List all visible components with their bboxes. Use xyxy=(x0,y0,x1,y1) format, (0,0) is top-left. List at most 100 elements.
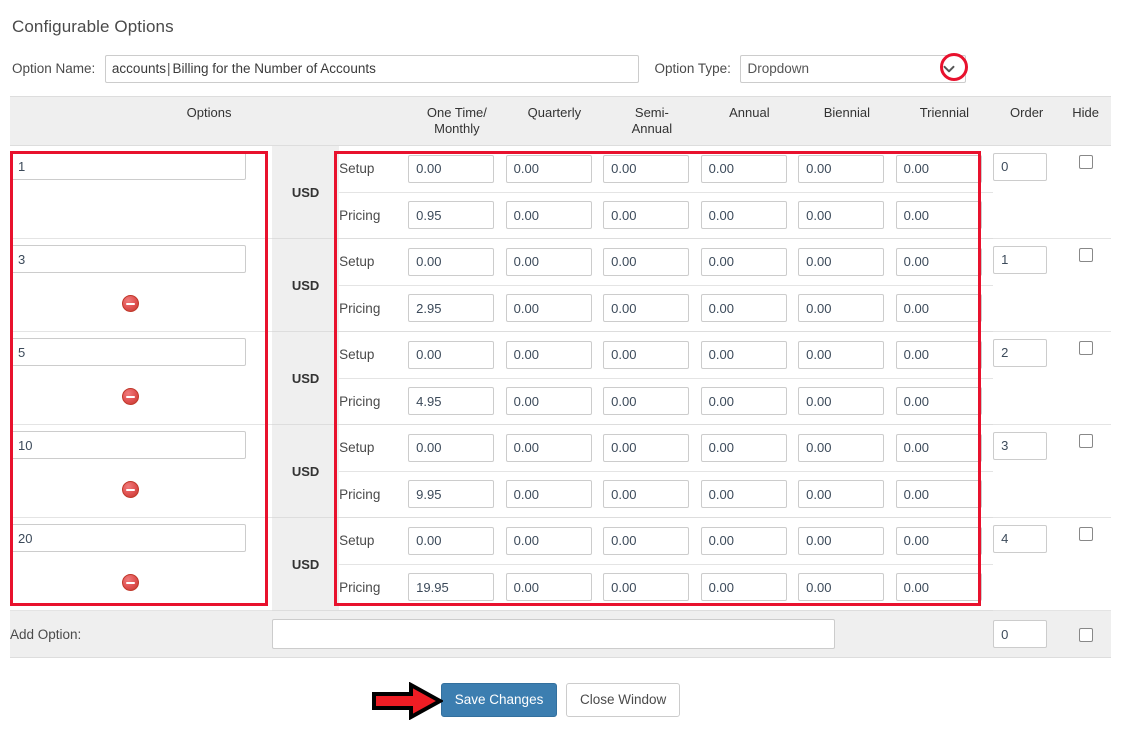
option-value-input[interactable] xyxy=(10,524,246,552)
add-option-order-input[interactable] xyxy=(993,620,1048,648)
setup-price-input[interactable] xyxy=(798,154,885,183)
setup-price-input[interactable] xyxy=(798,247,885,276)
pricing-price-input[interactable] xyxy=(895,573,982,602)
option-cell-inner xyxy=(10,518,272,610)
pricing-price-input[interactable] xyxy=(700,480,787,509)
hide-checkbox[interactable] xyxy=(1078,154,1093,169)
pricing-price-input[interactable] xyxy=(505,573,592,602)
option-value-input[interactable] xyxy=(10,338,246,366)
order-input[interactable] xyxy=(993,338,1048,367)
setup-price-input[interactable] xyxy=(895,526,982,555)
setup-price-cell xyxy=(408,331,506,379)
hide-checkbox[interactable] xyxy=(1078,247,1093,262)
setup-price-input[interactable] xyxy=(798,526,885,555)
pricing-price-input[interactable] xyxy=(505,387,592,416)
setup-price-input[interactable] xyxy=(603,247,690,276)
header-line-2: Annual xyxy=(631,121,673,136)
setup-price-input[interactable] xyxy=(408,433,495,462)
pricing-price-input[interactable] xyxy=(603,480,690,509)
pricing-price-input[interactable] xyxy=(895,294,982,323)
option-cell xyxy=(10,331,273,425)
pricing-price-input[interactable] xyxy=(700,294,787,323)
setup-price-input[interactable] xyxy=(700,247,787,276)
setup-price-input[interactable] xyxy=(700,154,787,183)
setup-price-input[interactable] xyxy=(505,247,592,276)
table-row: USDSetup xyxy=(10,145,1111,239)
save-changes-button[interactable]: Save Changes xyxy=(440,683,558,717)
setup-price-input[interactable] xyxy=(408,340,495,369)
setup-price-input[interactable] xyxy=(798,433,885,462)
add-option-hide-checkbox[interactable] xyxy=(1078,627,1093,642)
setup-price-input[interactable] xyxy=(700,526,787,555)
delete-option-icon[interactable] xyxy=(122,388,139,405)
pricing-price-input[interactable] xyxy=(408,201,495,230)
option-value-input[interactable] xyxy=(10,152,246,180)
pricing-price-input[interactable] xyxy=(798,201,885,230)
pricing-price-input[interactable] xyxy=(700,387,787,416)
setup-price-cell xyxy=(408,424,506,472)
option-cell-inner xyxy=(10,239,272,331)
pricing-label: Pricing xyxy=(339,471,409,518)
setup-price-input[interactable] xyxy=(408,247,495,276)
pricing-price-input[interactable] xyxy=(603,294,690,323)
pricing-price-input[interactable] xyxy=(408,387,495,416)
option-value-input[interactable] xyxy=(10,245,246,273)
setup-price-input[interactable] xyxy=(505,340,592,369)
pricing-price-input[interactable] xyxy=(895,201,982,230)
setup-price-input[interactable] xyxy=(505,433,592,462)
setup-price-input[interactable] xyxy=(408,154,495,183)
setup-price-input[interactable] xyxy=(603,526,690,555)
close-window-button[interactable]: Close Window xyxy=(565,683,681,717)
setup-price-cell xyxy=(603,424,701,472)
pricing-price-input[interactable] xyxy=(408,294,495,323)
setup-price-input[interactable] xyxy=(895,340,982,369)
pricing-price-input[interactable] xyxy=(798,573,885,602)
setup-price-input[interactable] xyxy=(603,433,690,462)
add-option-input[interactable] xyxy=(272,619,836,649)
option-name-input[interactable]: accounts| Billing for the Number of Accou… xyxy=(104,55,639,83)
setup-label: Setup xyxy=(339,424,409,472)
setup-price-cell xyxy=(700,238,799,286)
order-input[interactable] xyxy=(993,245,1048,274)
delete-option-icon[interactable] xyxy=(122,574,139,591)
pricing-price-input[interactable] xyxy=(603,201,690,230)
pricing-price-input[interactable] xyxy=(700,201,787,230)
pricing-price-input[interactable] xyxy=(603,387,690,416)
setup-price-input[interactable] xyxy=(505,526,592,555)
setup-price-input[interactable] xyxy=(700,433,787,462)
pricing-price-input[interactable] xyxy=(798,294,885,323)
pricing-price-input[interactable] xyxy=(408,573,495,602)
hide-checkbox[interactable] xyxy=(1078,433,1093,448)
setup-price-input[interactable] xyxy=(505,154,592,183)
pricing-price-input[interactable] xyxy=(505,201,592,230)
option-type-select[interactable]: Dropdown xyxy=(740,55,967,83)
setup-price-input[interactable] xyxy=(408,526,495,555)
pricing-price-input[interactable] xyxy=(798,387,885,416)
setup-price-input[interactable] xyxy=(798,340,885,369)
hide-checkbox[interactable] xyxy=(1078,340,1093,355)
pricing-price-input[interactable] xyxy=(895,387,982,416)
option-value-input[interactable] xyxy=(10,431,246,459)
delete-option-icon[interactable] xyxy=(122,481,139,498)
setup-price-input[interactable] xyxy=(603,154,690,183)
setup-price-input[interactable] xyxy=(603,340,690,369)
order-input[interactable] xyxy=(993,152,1048,181)
pricing-label: Pricing xyxy=(339,285,409,332)
setup-price-input[interactable] xyxy=(700,340,787,369)
option-cell-inner xyxy=(10,146,272,238)
setup-price-input[interactable] xyxy=(895,154,982,183)
setup-price-input[interactable] xyxy=(895,433,982,462)
order-input[interactable] xyxy=(993,524,1048,553)
pricing-price-input[interactable] xyxy=(700,573,787,602)
pricing-price-input[interactable] xyxy=(505,294,592,323)
hide-checkbox[interactable] xyxy=(1078,526,1093,541)
header-line-2: Monthly xyxy=(434,121,480,136)
pricing-price-input[interactable] xyxy=(505,480,592,509)
setup-price-input[interactable] xyxy=(895,247,982,276)
pricing-price-input[interactable] xyxy=(603,573,690,602)
order-input[interactable] xyxy=(993,431,1048,460)
pricing-price-input[interactable] xyxy=(895,480,982,509)
delete-option-icon[interactable] xyxy=(122,295,139,312)
pricing-price-input[interactable] xyxy=(798,480,885,509)
pricing-price-input[interactable] xyxy=(408,480,495,509)
